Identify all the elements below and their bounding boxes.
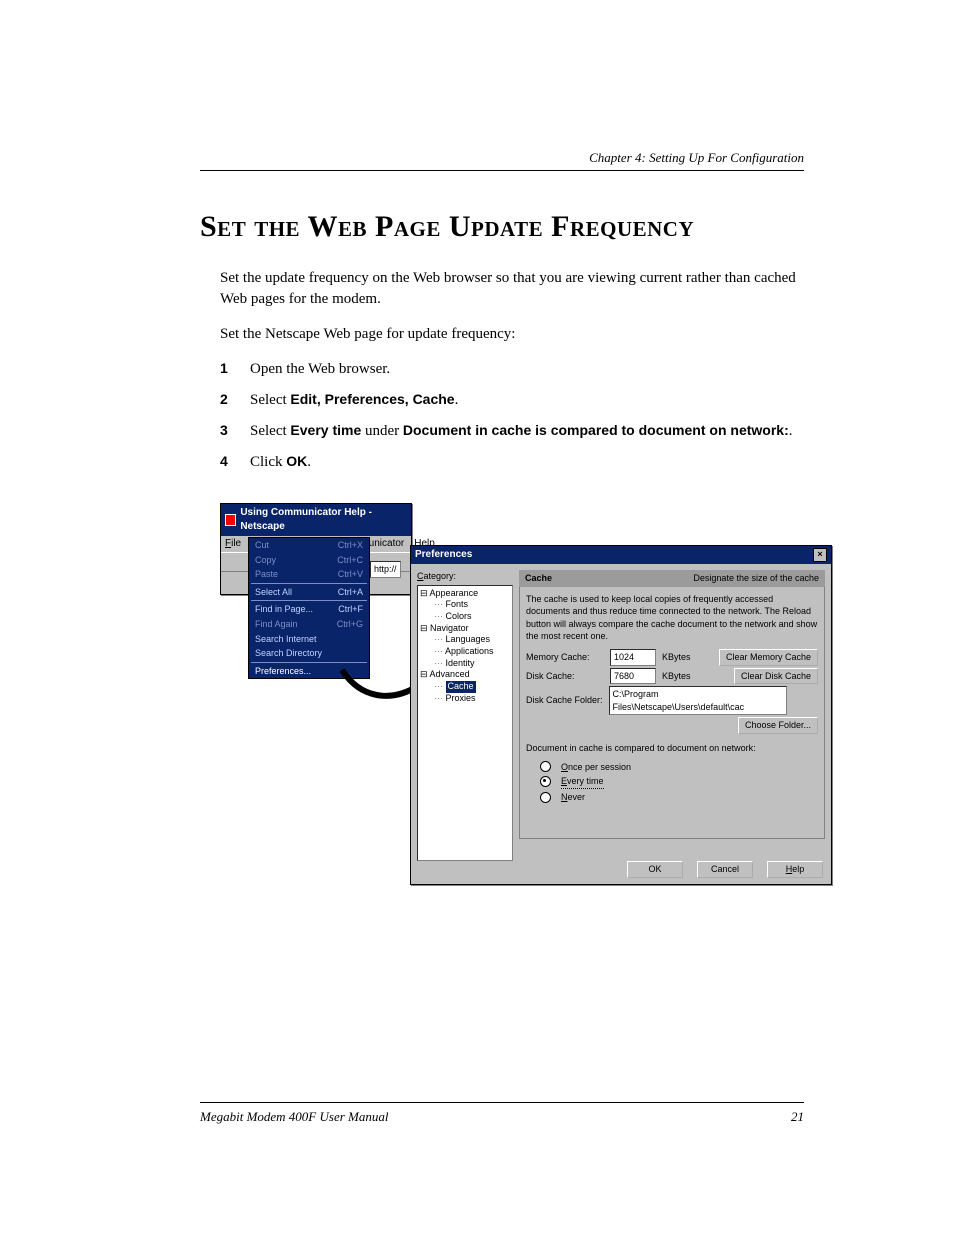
cache-pane: Cache Designate the size of the cache Th… (519, 570, 825, 864)
text: Click (250, 454, 286, 470)
choose-folder-button[interactable]: Choose Folder... (738, 717, 818, 734)
pane-subheading: Designate the size of the cache (693, 572, 819, 585)
titlebar: Preferences × (411, 546, 831, 564)
text: . (307, 454, 311, 470)
disk-cache-label: Disk Cache: (526, 670, 604, 683)
text: Select (250, 423, 290, 439)
menu-item[interactable]: CutCtrl+X (249, 538, 369, 553)
pane-header: Cache Designate the size of the cache (519, 570, 825, 587)
step-text: Select Edit, Preferences, Cache. (250, 390, 804, 411)
step-number: 2 (220, 390, 232, 411)
step-2: 2 Select Edit, Preferences, Cache. (220, 390, 804, 411)
text: Select (250, 392, 290, 408)
screenshot-region: Using Communicator Help - Netscape File … (220, 503, 804, 883)
radio-once-label: Once per session (561, 761, 631, 774)
tree-item[interactable]: Appearance (420, 588, 510, 600)
step-number: 3 (220, 421, 232, 442)
app-icon (225, 514, 236, 526)
rule-top (200, 170, 804, 171)
rule-bottom (200, 1102, 804, 1103)
close-icon[interactable]: × (813, 548, 827, 562)
ok-button[interactable]: OK (627, 861, 683, 878)
tree-item[interactable]: Cache (420, 681, 510, 693)
step-4: 4 Click OK. (220, 452, 804, 473)
text: under (361, 423, 403, 439)
steps-list: 1 Open the Web browser. 2 Select Edit, P… (220, 359, 804, 473)
tree-item[interactable]: Colors (420, 611, 510, 623)
clear-memory-cache-button[interactable]: Clear Memory Cache (719, 649, 818, 666)
titlebar: Using Communicator Help - Netscape (221, 504, 411, 536)
tree-item[interactable]: Languages (420, 634, 510, 646)
cache-description: The cache is used to keep local copies o… (526, 593, 818, 643)
page-title: Set the Web Page Update Frequency (200, 210, 804, 244)
radio-never-label: Never (561, 791, 585, 804)
bold: Every time (290, 422, 361, 438)
menu-file[interactable]: File (225, 537, 241, 551)
tree-item[interactable]: Advanced (420, 669, 510, 681)
tree-item[interactable]: Navigator (420, 623, 510, 635)
unit-label: KBytes (662, 651, 691, 664)
intro-paragraph-1: Set the update frequency on the Web brow… (220, 268, 804, 310)
disk-cache-folder-input[interactable]: C:\Program Files\Netscape\Users\default\… (609, 686, 787, 715)
bold: Document in cache is compared to documen… (403, 422, 789, 438)
document-page: Chapter 4: Setting Up For Configuration … (0, 0, 954, 1235)
radio-every-time-label: Every time (561, 775, 604, 789)
menu-item[interactable]: Search Directory (249, 646, 369, 661)
tree-item[interactable]: Identity (420, 658, 510, 670)
edit-menu-dropdown[interactable]: CutCtrl+XCopyCtrl+CPasteCtrl+V Select All… (248, 537, 370, 679)
window-title: Using Communicator Help - Netscape (240, 506, 407, 534)
memory-cache-input[interactable]: 1024 (610, 649, 656, 666)
step-text: Select Every time under Document in cach… (250, 421, 804, 442)
help-button[interactable]: Help (767, 861, 823, 878)
radio-never[interactable] (540, 792, 551, 803)
intro-paragraph-2: Set the Netscape Web page for update fre… (220, 324, 804, 345)
tree-item[interactable]: Applications (420, 646, 510, 658)
menu-item[interactable]: CopyCtrl+C (249, 553, 369, 568)
menu-item[interactable]: PasteCtrl+V (249, 567, 369, 582)
menu-item[interactable]: Find AgainCtrl+G (249, 617, 369, 632)
preferences-dialog: Preferences × Category: AppearanceFontsC… (410, 545, 832, 885)
disk-cache-input[interactable]: 7680 (610, 668, 656, 685)
dialog-buttons: OK Cancel Help (627, 861, 823, 878)
step-text: Open the Web browser. (250, 359, 804, 380)
tree-item[interactable]: Fonts (420, 599, 510, 611)
menu-item[interactable]: Search Internet (249, 632, 369, 647)
category-label: Category: (417, 570, 513, 583)
text: . (455, 392, 459, 408)
disk-cache-folder-label: Disk Cache Folder: (526, 694, 603, 707)
unit-label: KBytes (662, 670, 691, 683)
step-number: 1 (220, 359, 232, 380)
radio-once[interactable] (540, 761, 551, 772)
tree-item[interactable]: Proxies (420, 693, 510, 705)
text: . (789, 423, 793, 439)
category-column: Category: AppearanceFontsColorsNavigator… (417, 570, 513, 864)
footer-manual: Megabit Modem 400F User Manual (200, 1109, 388, 1125)
footer-page: 21 (791, 1109, 804, 1125)
step-1: 1 Open the Web browser. (220, 359, 804, 380)
menu-item[interactable]: Preferences... (249, 664, 369, 679)
compare-label: Document in cache is compared to documen… (526, 742, 818, 755)
dialog-title: Preferences (415, 548, 472, 562)
step-text: Click OK. (250, 452, 804, 473)
bold: Edit, Preferences, Cache (290, 391, 454, 407)
bold: OK (286, 453, 307, 469)
pane-heading: Cache (525, 572, 552, 585)
menu-item[interactable]: Select AllCtrl+A (249, 585, 369, 600)
menu-item[interactable]: Find in Page...Ctrl+F (249, 602, 369, 617)
radio-every-time[interactable] (540, 776, 551, 787)
category-tree[interactable]: AppearanceFontsColorsNavigatorLanguagesA… (417, 585, 513, 861)
memory-cache-label: Memory Cache: (526, 651, 604, 664)
clear-disk-cache-button[interactable]: Clear Disk Cache (734, 668, 818, 685)
body-text: Set the update frequency on the Web brow… (220, 268, 804, 883)
step-3: 3 Select Every time under Document in ca… (220, 421, 804, 442)
cancel-button[interactable]: Cancel (697, 861, 753, 878)
chapter-header: Chapter 4: Setting Up For Configuration (589, 150, 804, 166)
url-field[interactable]: http:// (370, 561, 401, 578)
step-number: 4 (220, 452, 232, 473)
